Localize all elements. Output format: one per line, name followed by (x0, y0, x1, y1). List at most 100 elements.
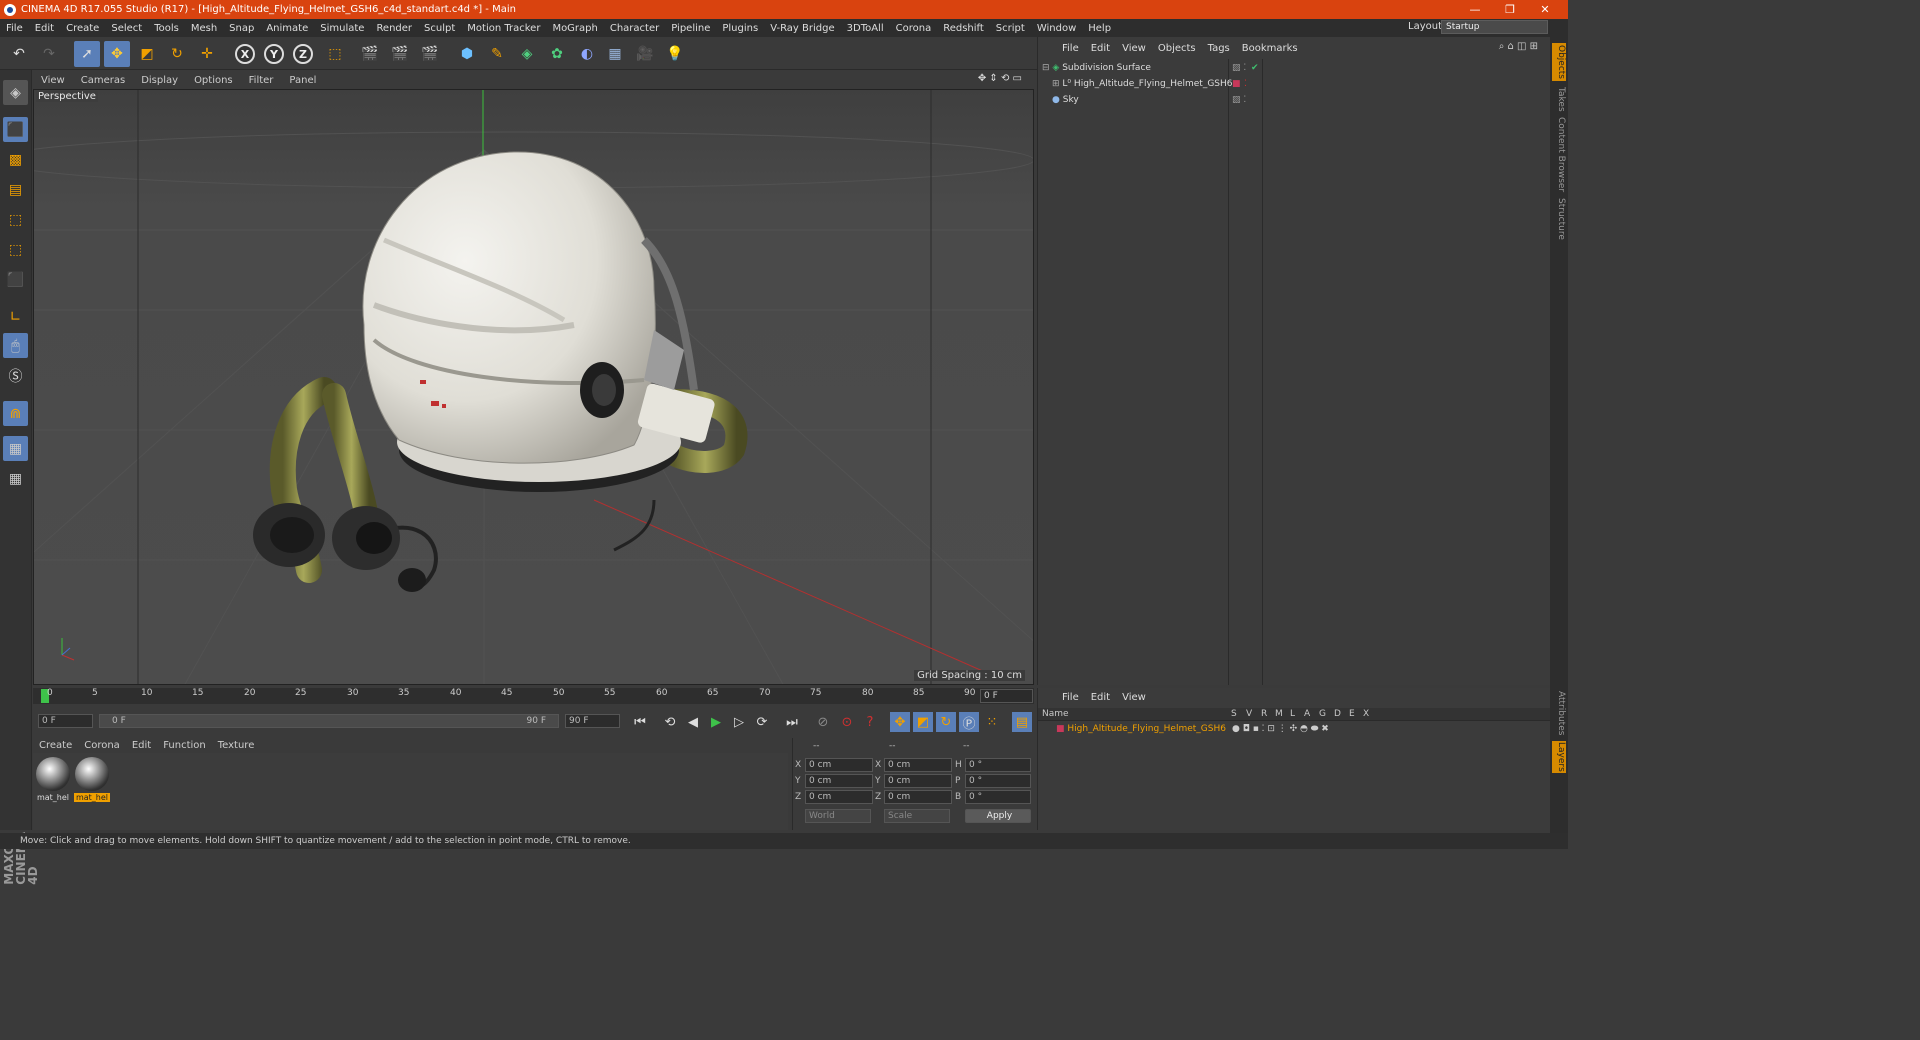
layer-col-manager[interactable]: M (1275, 709, 1283, 719)
tab-objects[interactable]: Objects (1552, 43, 1566, 81)
position-z-field[interactable]: 0 cm (805, 790, 873, 804)
frame-range-slider[interactable]: 0 F 90 F (99, 714, 559, 728)
coordinate-system-icon[interactable]: ⬚ (322, 41, 348, 67)
menu-select[interactable]: Select (105, 23, 148, 34)
y-axis-lock-icon[interactable]: Y (264, 44, 284, 64)
render-picture-viewer-icon[interactable]: 🎬 (387, 41, 413, 67)
layers-menu-view[interactable]: View (1116, 692, 1152, 703)
render-view-icon[interactable]: 🎬 (357, 41, 383, 67)
layers-menu-file[interactable]: File (1056, 692, 1085, 703)
perspective-viewport[interactable]: Perspective Grid Spacing : 10 cm (33, 89, 1034, 685)
menu-window[interactable]: Window (1031, 23, 1082, 34)
layer-color-swatch[interactable]: ■ (1042, 724, 1065, 734)
workplane-mode-icon[interactable]: ▤ (3, 177, 28, 202)
lock-workplane-icon[interactable]: ▦ (3, 436, 28, 461)
position-x-field[interactable]: 0 cm (805, 758, 873, 772)
object-row[interactable]: ⊞ L⁰ High_Altitude_Flying_Helmet_GSH6 ■ … (1042, 77, 1544, 92)
previous-key-icon[interactable]: ⟲ (660, 712, 680, 732)
visibility-dots-icon[interactable]: ⁚ (1244, 77, 1247, 92)
make-editable-icon[interactable]: ◈ (3, 80, 28, 105)
layout-select[interactable]: Startup (1441, 20, 1548, 34)
minimize-button[interactable]: — (1458, 0, 1492, 19)
next-key-icon[interactable]: ⟳ (752, 712, 772, 732)
timeline-ruler[interactable]: 0 5 10 15 20 25 30 35 40 45 50 55 60 65 … (33, 688, 1034, 704)
material-menu-corona[interactable]: Corona (78, 740, 126, 751)
cube-primitive-icon[interactable]: ⬢ (454, 41, 480, 67)
magnet-icon[interactable]: ⋒ (3, 401, 28, 426)
layer-toggle-icons[interactable]: ● ◘ ▪ ⁚ ⊡ ⋮ ✣ ◓ ⬬ ✖ (1232, 722, 1329, 737)
move-tool-icon[interactable]: ✥ (104, 41, 130, 67)
objects-menu-view[interactable]: View (1116, 43, 1152, 54)
collapse-icon[interactable]: ⊟ (1042, 63, 1050, 73)
size-mode-select[interactable]: Scale (884, 809, 950, 823)
transform-tool-icon[interactable]: ✛ (194, 41, 220, 67)
objects-menu-edit[interactable]: Edit (1085, 43, 1116, 54)
redo-icon[interactable]: ↷ (36, 41, 62, 67)
autokeying-icon[interactable]: ? (860, 712, 880, 732)
current-frame-field[interactable]: 0 F (980, 689, 1033, 703)
visibility-toggle-icon[interactable]: ▨ ⁚ (1232, 93, 1246, 108)
model-mode-icon[interactable]: ⬛ (3, 117, 28, 142)
menu-simulate[interactable]: Simulate (314, 23, 370, 34)
menu-file[interactable]: File (0, 23, 29, 34)
deformer-icon[interactable]: ◐ (574, 41, 600, 67)
layer-col-deformers[interactable]: D (1334, 709, 1341, 719)
layer-col-generators[interactable]: G (1319, 709, 1326, 719)
material-menu-create[interactable]: Create (33, 740, 78, 751)
edges-mode-icon[interactable]: ⬚ (3, 237, 28, 262)
rotation-p-field[interactable]: 0 ° (965, 774, 1031, 788)
subdivision-surface-icon[interactable]: ◈ (514, 41, 540, 67)
key-point-level-icon[interactable]: ⁙ (982, 712, 1002, 732)
layer-col-locked[interactable]: L (1290, 709, 1295, 719)
objects-menu-objects[interactable]: Objects (1152, 43, 1202, 54)
play-icon[interactable]: ▶ (706, 712, 726, 732)
enabled-check-icon[interactable]: ✔ (1251, 61, 1259, 76)
axis-mode-icon[interactable]: ∟ (3, 304, 28, 329)
tab-takes[interactable]: Takes (1552, 85, 1566, 113)
menu-character[interactable]: Character (604, 23, 665, 34)
object-manager-tools-icons[interactable]: ⌕ ⌂ ◫ ⊞ (1493, 41, 1544, 52)
position-y-field[interactable]: 0 cm (805, 774, 873, 788)
menu-sculpt[interactable]: Sculpt (418, 23, 461, 34)
scale-tool-icon[interactable]: ◩ (134, 41, 160, 67)
size-y-field[interactable]: 0 cm (884, 774, 952, 788)
layer-row[interactable]: ■ High_Altitude_Flying_Helmet_GSH6 ● ◘ ▪… (1042, 722, 1544, 737)
layer-col-solo[interactable]: S (1231, 709, 1237, 719)
texture-mode-icon[interactable]: ▩ (3, 147, 28, 172)
material-menu-edit[interactable]: Edit (126, 740, 157, 751)
snapping-icon[interactable]: Ⓢ (3, 363, 28, 388)
coordinate-space-select[interactable]: World (805, 809, 871, 823)
expand-icon[interactable]: ⊞ (1052, 79, 1060, 89)
start-frame-field[interactable]: 0 F (38, 714, 93, 728)
menu-motion-tracker[interactable]: Motion Tracker (461, 23, 546, 34)
menu-create[interactable]: Create (60, 23, 105, 34)
viewport-menu-panel[interactable]: Panel (281, 75, 324, 86)
viewport-menu-options[interactable]: Options (186, 75, 241, 86)
menu-pipeline[interactable]: Pipeline (665, 23, 716, 34)
menu-3dtoall[interactable]: 3DToAll (841, 23, 890, 34)
size-z-field[interactable]: 0 cm (884, 790, 952, 804)
end-frame-field[interactable]: 90 F (565, 714, 620, 728)
material-menu-function[interactable]: Function (157, 740, 212, 751)
viewport-navigation-icons[interactable]: ✥ ⇕ ⟲ ▭ (970, 73, 1030, 84)
menu-snap[interactable]: Snap (223, 23, 260, 34)
menu-mesh[interactable]: Mesh (185, 23, 223, 34)
planar-workplane-icon[interactable]: ▦ (3, 466, 28, 491)
rotation-h-field[interactable]: 0 ° (965, 758, 1031, 772)
key-rotation-icon[interactable]: ↻ (936, 712, 956, 732)
menu-vray-bridge[interactable]: V-Ray Bridge (764, 23, 840, 34)
layer-col-view[interactable]: V (1246, 709, 1252, 719)
layer-color-icon[interactable]: ■ (1232, 77, 1241, 92)
layer-col-xref[interactable]: X (1363, 709, 1369, 719)
viewport-menu-display[interactable]: Display (133, 75, 186, 86)
close-button[interactable]: ✕ (1528, 0, 1562, 19)
layer-col-animation[interactable]: A (1304, 709, 1310, 719)
viewport-menu-filter[interactable]: Filter (241, 75, 282, 86)
viewport-menu-cameras[interactable]: Cameras (73, 75, 133, 86)
pen-spline-icon[interactable]: ✎ (484, 41, 510, 67)
material-swatch[interactable]: mat_hel (35, 757, 71, 802)
undo-icon[interactable]: ↶ (6, 41, 32, 67)
floor-scene-icon[interactable]: ▦ (602, 41, 628, 67)
menu-plugins[interactable]: Plugins (716, 23, 764, 34)
mograph-cloner-icon[interactable]: ✿ (544, 41, 570, 67)
